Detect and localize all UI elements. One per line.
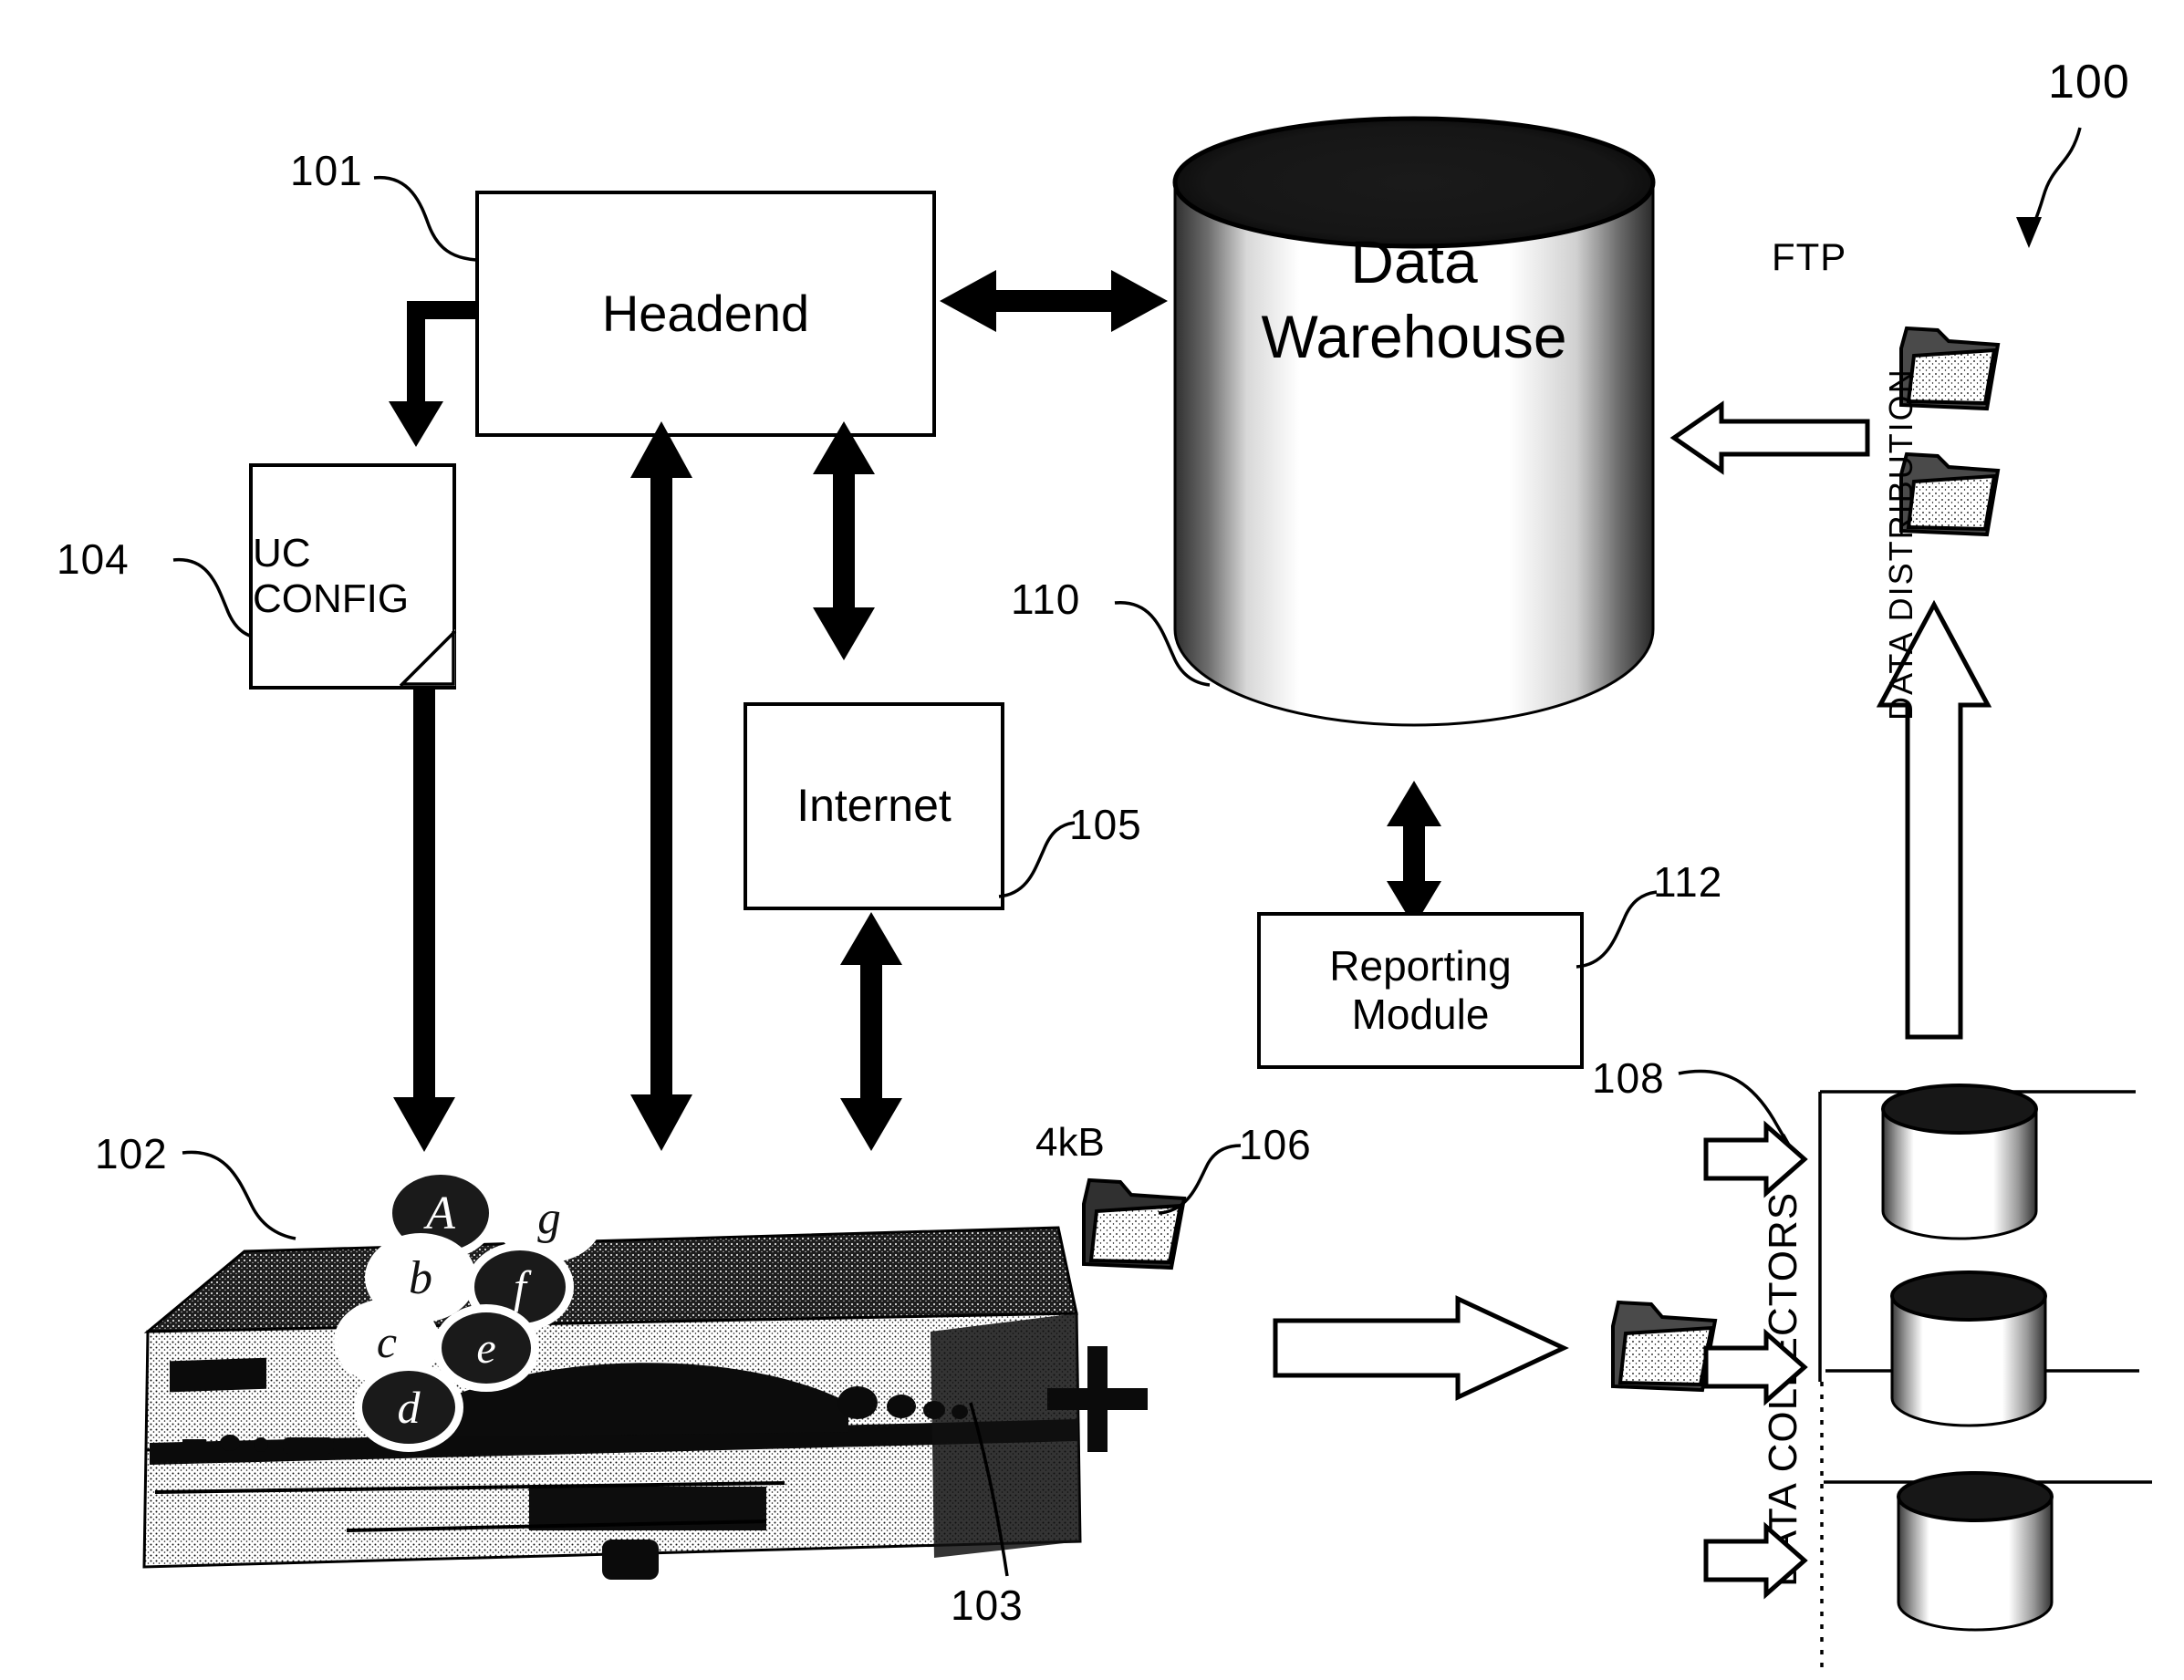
set-top-box-badge-e: e — [435, 1306, 537, 1390]
arrow-to-collector-2 — [1703, 1328, 1808, 1406]
reporting-module-label-line1: Reporting — [1329, 942, 1512, 990]
uc-config-document[interactable]: UC CONFIG — [249, 463, 457, 690]
data-warehouse-label-line2: Warehouse — [1261, 303, 1566, 370]
data-warehouse-cylinder[interactable]: Data Warehouse — [1168, 116, 1660, 784]
arrow-uc-config-to-set-top-box — [393, 689, 455, 1152]
leader-line-105 — [998, 821, 1076, 898]
arrow-headend-to-data-warehouse — [940, 270, 1168, 332]
collector-cylinder-3[interactable] — [1893, 1471, 2066, 1646]
arrow-to-collector-3 — [1703, 1521, 1808, 1600]
ftp-label: FTP — [1772, 235, 1847, 278]
data-warehouse-label-line1: Data — [1350, 228, 1478, 296]
leader-line-103 — [969, 1402, 1009, 1577]
data-distribution-label: DATA DISTRIBUTION — [1882, 368, 1919, 721]
internet-box[interactable]: Internet — [744, 702, 1004, 910]
ref-numeral-110: 110 — [1011, 576, 1081, 623]
uc-config-label: UC CONFIG — [253, 531, 410, 621]
collector-cylinder-2[interactable] — [1887, 1270, 2060, 1436]
headend-label: Headend — [601, 284, 810, 342]
arrow-ftp-to-data-warehouse — [1669, 400, 1870, 475]
arrow-internet-to-set-top-box — [840, 912, 902, 1151]
file-size-label: 4kB — [1035, 1120, 1105, 1165]
ref-numeral-100: 100 — [2048, 56, 2130, 109]
ref-numeral-106: 106 — [1239, 1121, 1312, 1168]
arrow-data-warehouse-to-reporting-module — [1387, 781, 1441, 927]
ref-numeral-108: 108 — [1592, 1054, 1665, 1102]
page-fold-corner-icon — [399, 629, 457, 688]
set-top-box-badge-d: d — [356, 1364, 462, 1450]
arrow-headend-to-internet — [813, 421, 875, 660]
ref-numeral-102: 102 — [95, 1130, 168, 1177]
arrow-headend-to-uc-config — [389, 281, 476, 447]
ref-numeral-103: 103 — [951, 1581, 1024, 1629]
ref-numeral-101: 101 — [290, 147, 363, 194]
collector-cylinder-1[interactable] — [1877, 1084, 2051, 1250]
leader-line-106 — [1158, 1144, 1242, 1215]
ref-numeral-104: 104 — [57, 535, 130, 583]
reporting-module-label-line2: Module — [1351, 990, 1490, 1038]
arrow-set-top-box-to-data-collectors — [1273, 1295, 1569, 1401]
arrow-headend-to-set-top-box — [630, 421, 692, 1151]
reporting-module-box[interactable]: Reporting Module — [1257, 912, 1584, 1069]
leader-line-112 — [1576, 890, 1658, 969]
leader-line-110 — [1114, 601, 1211, 687]
headend-box[interactable]: Headend — [475, 191, 936, 437]
internet-label: Internet — [796, 780, 952, 832]
arrow-to-collector-1 — [1703, 1120, 1808, 1198]
badge-letter: e — [442, 1312, 531, 1384]
badge-letter: d — [362, 1371, 455, 1444]
leader-line-100 — [2016, 127, 2082, 248]
patent-figure-canvas: 100 101 Headend 104 UC CONFIG Internet 1… — [0, 0, 2184, 1680]
